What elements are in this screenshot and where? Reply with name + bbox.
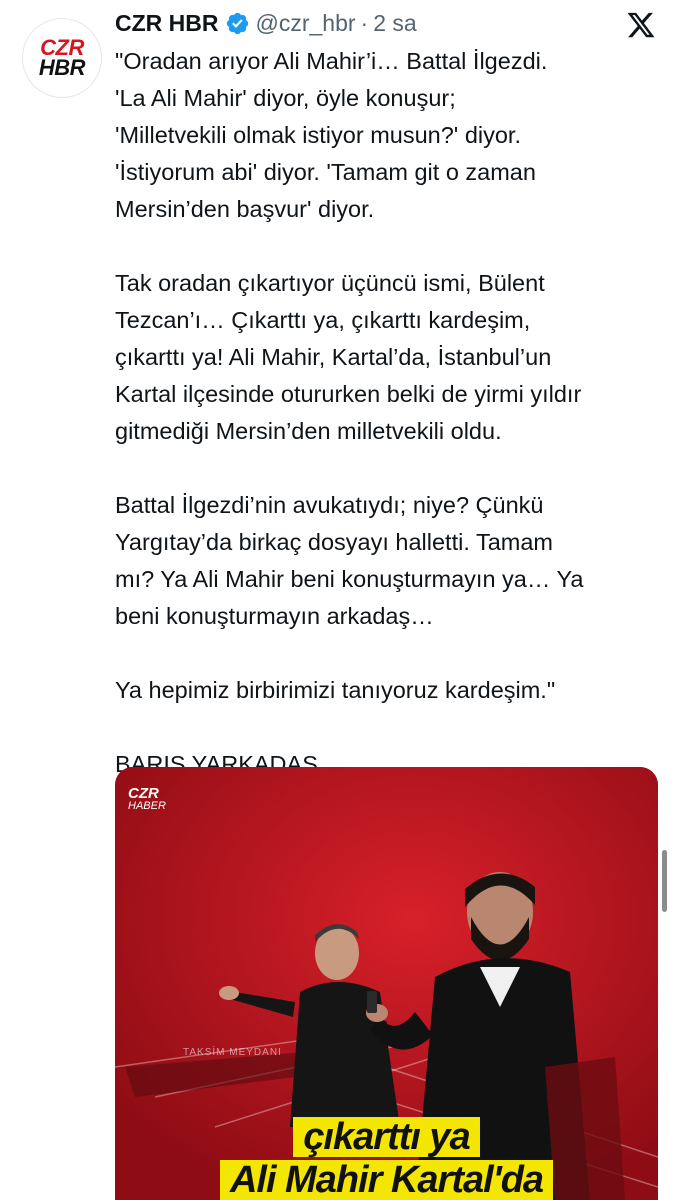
watermark-line2: HABER: [128, 800, 166, 812]
separator-dot: ·: [360, 9, 369, 36]
avatar-logo-line2: HBR: [38, 55, 86, 80]
caption-text: Ali Mahir Kartal'da: [219, 1160, 554, 1200]
tweet-text: "Oradan arıyor Ali Mahir’i… Battal İlgez…: [115, 43, 645, 783]
tweet-paragraph: Battal İlgezdi’nin avukatıydı; niye? Çün…: [115, 492, 584, 629]
watermark-line1: CZR: [128, 785, 159, 802]
studio-sign: TAKSİM MEYDANI: [183, 1047, 282, 1058]
tweet-paragraph: Ya hepimiz birbirimizi tanıyoruz kardeşi…: [115, 677, 556, 703]
channel-watermark: CZR HABER: [128, 785, 166, 812]
author-name[interactable]: CZR HBR: [115, 10, 219, 37]
tweet-timestamp[interactable]: 2 sa: [373, 10, 416, 37]
scrollbar-thumb[interactable]: [662, 850, 667, 912]
avatar[interactable]: CZR HBR: [22, 18, 102, 98]
tweet-paragraph: Tak oradan çıkartıyor üçüncü ismi, Bülen…: [115, 270, 582, 444]
video-caption-line1: çıkarttı ya: [115, 1117, 658, 1157]
caption-text: çıkarttı ya: [293, 1117, 480, 1157]
tweet-paragraph: "Oradan arıyor Ali Mahir’i… Battal İlgez…: [115, 48, 548, 222]
tweet-video-thumbnail[interactable]: CZR HABER TAKSİM MEYDANI çıkarttı ya Ali…: [115, 767, 658, 1200]
x-logo-icon[interactable]: [624, 8, 658, 42]
author-handle[interactable]: @czr_hbr: [256, 10, 356, 37]
verified-badge-icon: [225, 11, 250, 36]
tweet-header: CZR HBR @czr_hbr · 2 sa: [115, 8, 417, 38]
video-caption-line2: Ali Mahir Kartal'da: [115, 1160, 658, 1200]
